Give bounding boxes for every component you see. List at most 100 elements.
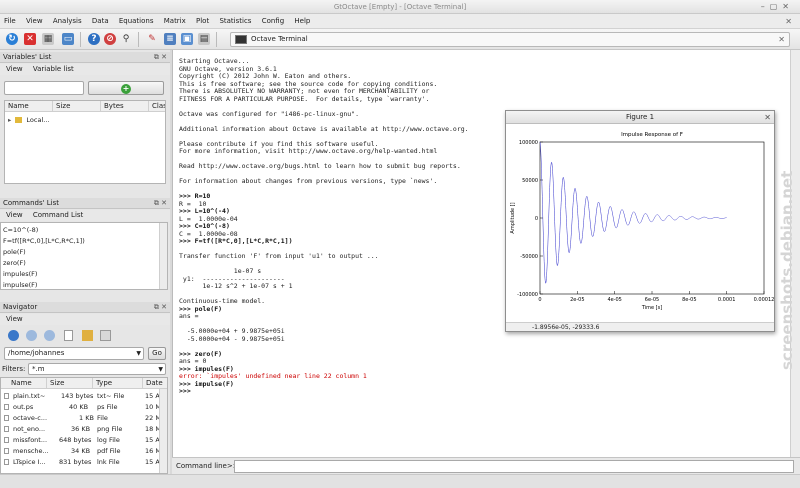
terminal-line: Read http://www.octave.org/bugs.html to … <box>179 162 461 170</box>
menu-file[interactable]: File <box>0 14 20 29</box>
list-item[interactable]: F=tf([R*C,0],[L*C,R*C,1]) <box>3 236 85 247</box>
filter-field[interactable]: *.m ▼ <box>28 363 166 375</box>
list-item[interactable]: impulse(F) <box>3 280 37 289</box>
x-axis-label: Time [s] <box>641 305 662 311</box>
command-line-label: Command line>> <box>176 462 239 470</box>
close-tab-icon[interactable]: ✕ <box>778 33 785 46</box>
window-controls[interactable]: –▢✕ <box>761 0 794 14</box>
variables-table: Name Size Bytes Clas ▸ Local... <box>4 100 166 184</box>
window-icon[interactable]: ▭ <box>62 33 74 45</box>
menu-statistics[interactable]: Statistics <box>215 14 255 29</box>
terminal-output: Starting Octave... GNU Octave, version 3… <box>179 57 469 396</box>
column-header-date[interactable]: Date <box>143 378 167 389</box>
column-header-name[interactable]: Name <box>1 378 47 389</box>
image-icon[interactable]: ▣ <box>181 33 193 45</box>
y-tick-label: 50000 <box>522 178 538 184</box>
menu-matrix[interactable]: Matrix <box>160 14 190 29</box>
table-row[interactable]: LTspice I... 831 bytes lnk File 15 A <box>1 457 160 467</box>
forward-icon[interactable] <box>26 330 37 341</box>
commands-list-tab[interactable]: Command List <box>33 211 83 219</box>
stop-icon[interactable]: ✕ <box>24 33 36 45</box>
up-icon[interactable] <box>44 330 55 341</box>
variable-name-field[interactable] <box>4 81 84 95</box>
add-variable-button[interactable]: + <box>88 81 164 95</box>
variables-list-tab[interactable]: Variable list <box>33 65 74 73</box>
chevron-down-icon[interactable]: ▼ <box>136 348 141 359</box>
window-titlebar: GtOctave [Empty] - [Octave Terminal] –▢✕ <box>0 0 800 14</box>
menu-view[interactable]: View <box>22 14 47 29</box>
list-item[interactable]: pole(F) <box>3 247 26 258</box>
table-row[interactable]: plain.txt~ 143 bytes txt~ File 15 A <box>1 391 160 401</box>
column-header-class[interactable]: Clas <box>149 101 165 112</box>
terminal-line: For more information, visit http://www.o… <box>179 147 438 155</box>
list-item[interactable]: C=10^(-8) <box>3 225 38 236</box>
menu-help[interactable]: Help <box>290 14 314 29</box>
panel-float-close-icon[interactable]: ⧉ ✕ <box>154 52 167 63</box>
file-name: missfont... <box>13 436 48 444</box>
table-row[interactable]: not_eno... 36 KB png File 18 M <box>1 424 161 434</box>
navigator-panel-title: Navigator ⧉ ✕ <box>0 302 170 313</box>
refresh-icon[interactable]: ↻ <box>6 33 18 45</box>
path-field[interactable]: /home/johannes ▼ <box>4 347 144 360</box>
command-line-input[interactable] <box>234 460 794 473</box>
command-line-bar: Command line>> <box>172 457 800 474</box>
table-row[interactable]: ▸ Local... <box>8 115 49 125</box>
table-row[interactable]: out.ps 40 KB ps File 10 M <box>1 402 161 412</box>
scrollbar[interactable] <box>159 223 167 289</box>
list-icon[interactable]: ≡ <box>164 33 176 45</box>
column-header-name[interactable]: Name <box>5 101 53 112</box>
table-row[interactable]: mensche... 34 KB pdf File 16 M <box>1 446 161 456</box>
menu-plot[interactable]: Plot <box>192 14 213 29</box>
bookmark-icon[interactable] <box>100 330 111 341</box>
figure-window[interactable]: Figure 1 ✕ Impulse Response of F 0 2e-05 4e… <box>505 110 775 332</box>
terminal-line: FITNESS FOR A PARTICULAR PURPOSE. For de… <box>179 94 430 103</box>
commands-panel-title: Commands' List ⧉ ✕ <box>0 198 170 209</box>
table-row[interactable]: octave-c... 1 KB File 22 M <box>1 413 161 423</box>
column-header-size[interactable]: Size <box>47 378 93 389</box>
terminal-line: Transfer function 'F' from input 'u1' to… <box>179 252 379 260</box>
column-header-size[interactable]: Size <box>53 101 101 112</box>
window-title: GtOctave [Empty] - [Octave Terminal] <box>333 3 467 11</box>
menu-analysis[interactable]: Analysis <box>49 14 86 29</box>
toolbar-separator <box>80 32 81 47</box>
list-item[interactable]: impules(F) <box>3 269 37 280</box>
document-icon[interactable]: ▤ <box>198 33 210 45</box>
file-name: out.ps <box>13 403 34 411</box>
terminal-line: 1e-12 s^2 + 1e-07 s + 1 <box>179 282 293 290</box>
search-icon[interactable]: ⚲ <box>120 33 132 45</box>
close-icon[interactable]: ✕ <box>764 111 771 124</box>
list-item[interactable]: zero(F) <box>3 258 26 269</box>
menu-bar: File View Analysis Data Equations Matrix… <box>0 14 800 29</box>
filter-value: *.m <box>32 365 45 373</box>
pen-icon[interactable]: ✎ <box>146 33 158 45</box>
chevron-down-icon[interactable]: ▼ <box>158 364 163 375</box>
panel-float-close-icon[interactable]: ⧉ ✕ <box>154 302 167 313</box>
go-button[interactable]: Go <box>148 347 166 360</box>
variables-toolbar: View Variable list <box>0 64 170 75</box>
close-document-icon[interactable]: ✕ <box>785 14 792 29</box>
table-row[interactable]: missfont... 648 bytes log File 15 A <box>1 435 160 445</box>
file-size: 143 bytes <box>61 392 94 400</box>
variables-view-tab[interactable]: View <box>6 65 23 73</box>
y-tick-label: 100000 <box>519 140 538 146</box>
tab-octave-terminal[interactable]: Octave Terminal ✕ <box>230 32 790 47</box>
file-name: octave-c... <box>13 414 48 422</box>
menu-config[interactable]: Config <box>258 14 288 29</box>
new-file-icon[interactable] <box>64 330 73 341</box>
no-entry-icon[interactable]: ⊘ <box>104 33 116 45</box>
navigator-view-tab[interactable]: View <box>6 315 23 323</box>
table-icon[interactable]: ▦ <box>42 33 54 45</box>
help-icon[interactable]: ? <box>88 33 100 45</box>
back-icon[interactable] <box>8 330 19 341</box>
file-size: 1 KB <box>79 414 94 422</box>
home-icon[interactable] <box>82 330 93 341</box>
menu-data[interactable]: Data <box>88 14 113 29</box>
panel-float-close-icon[interactable]: ⧉ ✕ <box>154 198 167 209</box>
expand-arrow-icon[interactable]: ▸ <box>8 116 11 124</box>
menu-equations[interactable]: Equations <box>115 14 158 29</box>
scrollbar[interactable] <box>159 389 167 473</box>
commands-view-tab[interactable]: View <box>6 211 23 219</box>
column-header-bytes[interactable]: Bytes <box>101 101 149 112</box>
column-header-type[interactable]: Type <box>93 378 143 389</box>
terminal-icon <box>235 35 247 44</box>
